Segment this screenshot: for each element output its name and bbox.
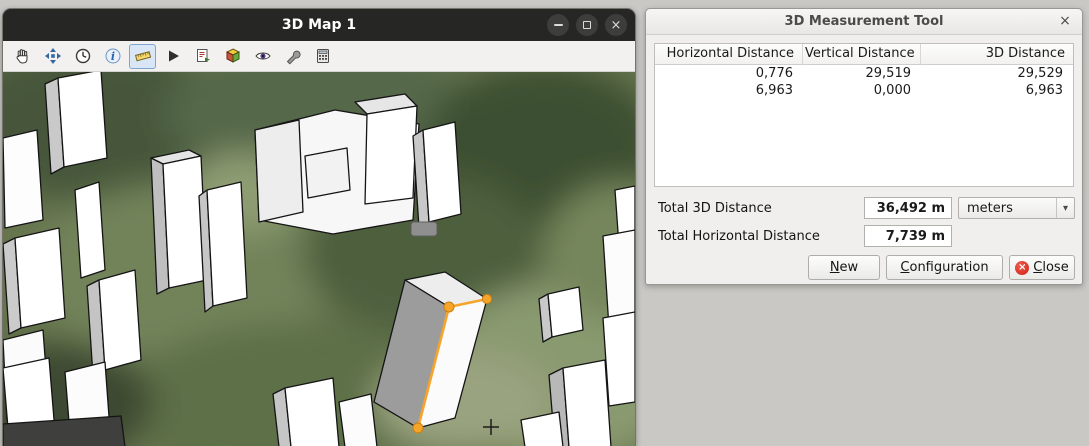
total-3d-distance-label: Total 3D Distance: [658, 201, 772, 216]
total-3d-distance-value: 36,492 m: [864, 197, 952, 219]
camera-view-button[interactable]: [249, 44, 276, 69]
column-header-horizontal[interactable]: Horizontal Distance: [655, 44, 803, 65]
close-dialog-button[interactable]: × Close: [1009, 255, 1075, 280]
measure-calculator-button[interactable]: [309, 44, 336, 69]
cell-3d: 29,529: [921, 65, 1073, 82]
minimize-icon: [554, 24, 563, 26]
chevron-down-icon: ▾: [1056, 198, 1074, 218]
map-tools-button[interactable]: [279, 44, 306, 69]
measurements-table[interactable]: Horizontal Distance Vertical Distance 3D…: [654, 43, 1074, 187]
column-header-vertical[interactable]: Vertical Distance: [803, 44, 921, 65]
clock-icon: [74, 47, 92, 65]
unit-select[interactable]: meters ▾: [958, 197, 1075, 219]
cell-horizontal: 6,963: [655, 82, 803, 99]
ruler-icon: [134, 47, 152, 65]
maximize-icon: [583, 21, 591, 29]
identify-icon: i: [104, 47, 122, 65]
cube-3d-icon: [224, 47, 242, 65]
dialog-close-button[interactable]: ×: [1057, 13, 1073, 29]
map-3d-viewport[interactable]: [3, 72, 635, 446]
export-scene-button[interactable]: [189, 44, 216, 69]
zoom-full-icon: [44, 47, 62, 65]
play-animation-button[interactable]: [159, 44, 186, 69]
close-icon: ×: [611, 19, 622, 32]
scene-config-button[interactable]: [219, 44, 246, 69]
cell-horizontal: 0,776: [655, 65, 803, 82]
cell-3d: 6,963: [921, 82, 1073, 99]
cell-vertical: 0,000: [803, 82, 921, 99]
export-scene-icon: [194, 47, 212, 65]
map-toolbar: i: [3, 41, 635, 72]
dialog-titlebar[interactable]: 3D Measurement Tool ×: [646, 9, 1082, 35]
svg-text:i: i: [110, 50, 114, 63]
close-button[interactable]: ×: [605, 14, 627, 36]
new-button-mnemonic: N: [830, 260, 840, 275]
map-titlebar[interactable]: 3D Map 1 ×: [3, 9, 635, 41]
dialog-title: 3D Measurement Tool: [785, 14, 944, 29]
configuration-button[interactable]: Configuration: [886, 255, 1003, 280]
calculator-icon: [314, 47, 332, 65]
pan-tool-button[interactable]: [9, 44, 36, 69]
table-row[interactable]: 6,963 0,000 6,963: [655, 82, 1073, 99]
new-button[interactable]: New: [808, 255, 880, 280]
identify-tool-button[interactable]: i: [99, 44, 126, 69]
close-button-label: lose: [1042, 260, 1068, 275]
minimize-button[interactable]: [547, 14, 569, 36]
close-red-icon: ×: [1015, 261, 1029, 275]
maximize-button[interactable]: [576, 14, 598, 36]
zoom-full-tool-button[interactable]: [39, 44, 66, 69]
measurement-dialog: 3D Measurement Tool × Horizontal Distanc…: [645, 8, 1083, 285]
column-header-3d[interactable]: 3D Distance: [921, 44, 1073, 65]
pan-icon: [14, 47, 32, 65]
wrench-icon: [284, 47, 302, 65]
cell-vertical: 29,519: [803, 65, 921, 82]
configuration-button-label: onfiguration: [909, 260, 988, 275]
map-window-title: 3D Map 1: [282, 17, 356, 33]
eye-icon: [254, 47, 272, 65]
map-window: 3D Map 1 ×: [2, 8, 636, 446]
unit-selected-value: meters: [959, 201, 1056, 216]
new-button-label: ew: [840, 260, 859, 275]
desktop: 3D Map 1 ×: [0, 0, 1089, 446]
table-row[interactable]: 0,776 29,519 29,529: [655, 65, 1073, 82]
play-icon: [164, 47, 182, 65]
animation-tool-button[interactable]: [69, 44, 96, 69]
table-header: Horizontal Distance Vertical Distance 3D…: [655, 44, 1073, 65]
window-controls: ×: [547, 14, 627, 36]
map-billboard-tag: [411, 222, 437, 236]
measure-line-tool-button[interactable]: [129, 44, 156, 69]
close-button-mnemonic: C: [1033, 260, 1042, 275]
map-3d-scene: [3, 72, 635, 446]
total-horizontal-distance-value: 7,739 m: [864, 225, 952, 247]
total-horizontal-distance-label: Total Horizontal Distance: [658, 229, 820, 244]
